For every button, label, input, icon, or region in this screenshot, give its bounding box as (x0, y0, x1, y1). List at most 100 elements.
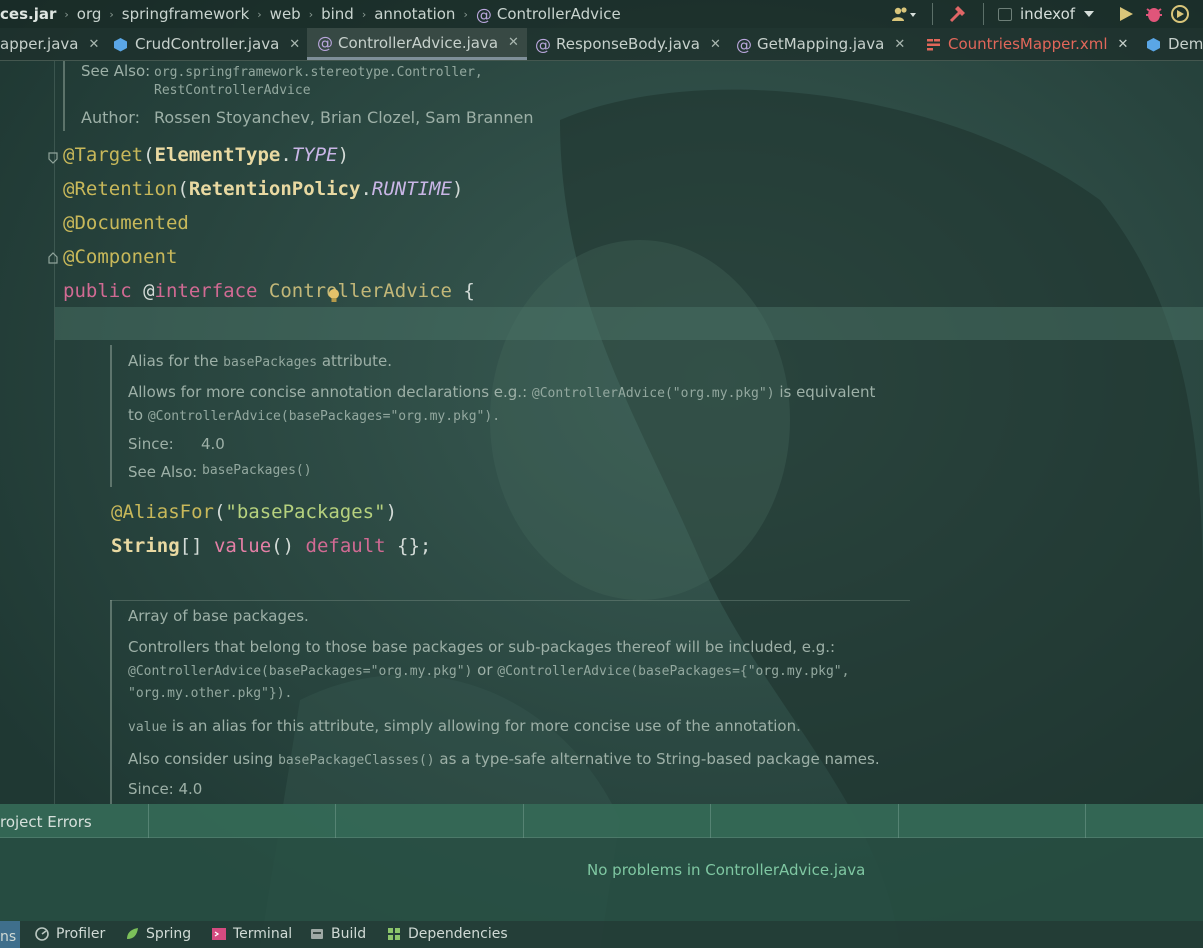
toolbar-right: indexof (890, 0, 1193, 28)
doc-base-line1: Array of base packages. (128, 607, 309, 625)
tool-window-problems[interactable]: ns (0, 921, 21, 948)
close-icon[interactable]: ✕ (1118, 37, 1129, 52)
tab-mapper-java[interactable]: apper.java ✕ (0, 28, 99, 60)
column-divider (148, 804, 149, 838)
annotation-token: @Retention (63, 178, 178, 200)
tool-window-label: Spring (146, 926, 192, 942)
close-icon[interactable]: ✕ (710, 37, 721, 52)
close-icon[interactable]: ✕ (508, 35, 519, 50)
punct-token: { (451, 280, 475, 302)
doc-base-since: Since: 4.0 (128, 780, 203, 798)
see-also-link-controller[interactable]: org.springframework.stereotype.Controlle… (154, 65, 483, 80)
punct-token: [] (179, 535, 214, 557)
punct-token: () (271, 535, 306, 557)
code-line-interface-declaration[interactable]: public @interface ControllerAdvice { (63, 280, 475, 302)
current-line-highlight (55, 307, 1203, 340)
doc-text: is equivalent (774, 383, 876, 401)
annotation-token: @AliasFor (111, 501, 214, 523)
lightbulb-icon[interactable] (328, 288, 340, 308)
tool-window-build[interactable]: Build (309, 926, 366, 942)
run-config-select[interactable]: indexof (1020, 5, 1075, 23)
column-divider (898, 804, 899, 838)
doc-base-line6: Also consider using basePackageClasses()… (128, 750, 880, 768)
doc-value-see-also-link[interactable]: basePackages() (202, 463, 312, 478)
column-divider (710, 804, 711, 838)
users-icon[interactable] (890, 4, 922, 24)
tool-window-label: Profiler (56, 926, 106, 942)
chevron-down-icon[interactable] (1079, 7, 1099, 21)
punct-token: ) (337, 144, 350, 166)
doc-block-value (110, 345, 112, 487)
tool-window-profiler[interactable]: Profiler (34, 926, 105, 942)
tab-label: CrudController.java (135, 35, 280, 53)
doc-block-top (63, 61, 65, 131)
close-icon[interactable]: ✕ (88, 37, 99, 52)
tool-window-terminal[interactable]: Terminal (211, 926, 292, 942)
doc-text: as a type-safe alternative to String-bas… (434, 750, 880, 768)
chevron-right-icon: › (463, 7, 468, 21)
doc-text: or (472, 661, 498, 679)
tool-window-dependencies[interactable]: Dependencies (386, 926, 508, 942)
doc-code-ref[interactable]: basePackageClasses() (278, 753, 435, 768)
tab-countriesmapper-xml[interactable]: CountriesMapper.xml ✕ (926, 28, 1128, 60)
code-line-component[interactable]: @Component (63, 246, 177, 268)
doc-text: attribute. (317, 352, 393, 370)
tab-label: ResponseBody.java (556, 35, 700, 53)
tool-window-spring[interactable]: Spring (124, 926, 191, 942)
tab-dem[interactable]: Dem (1146, 28, 1203, 60)
keyword-token: interface (154, 280, 269, 302)
annotation-token: @Target (63, 144, 144, 166)
tab-crudcontroller-java[interactable]: CrudController.java ✕ (113, 28, 300, 60)
annotation-icon: @ (475, 4, 492, 24)
doc-code-ref: @ControllerAdvice("org.my.pkg") (531, 386, 775, 401)
doc-code-ref[interactable]: basePackages (223, 355, 317, 370)
tab-responsebody-java[interactable]: @ ResponseBody.java ✕ (535, 28, 721, 60)
tab-project-errors[interactable]: roject Errors (0, 813, 92, 831)
tab-label: apper.java (0, 35, 79, 53)
tab-getmapping-java[interactable]: @ GetMapping.java ✕ (736, 28, 905, 60)
close-icon[interactable]: ✕ (289, 37, 300, 52)
punct-token: {}; (385, 535, 432, 557)
toolbar-divider (932, 3, 933, 25)
breadcrumb-web[interactable]: web (270, 5, 301, 23)
code-line-target[interactable]: @Target(ElementType.TYPE) (63, 144, 349, 166)
breadcrumb-jar[interactable]: ces.jar (0, 5, 56, 23)
punct-token: ( (177, 178, 189, 200)
code-line-value-method[interactable]: String[] value() default {}; (111, 535, 431, 557)
doc-value-see-also-label: See Also: (128, 463, 198, 481)
tab-controlleradvice-java[interactable]: @ ControllerAdvice.java ✕ (307, 28, 527, 60)
profiler-icon (35, 927, 49, 941)
breadcrumb-controlleradvice[interactable]: ControllerAdvice (497, 5, 621, 23)
method-token: value (213, 535, 272, 557)
class-name-token: ControllerAdvice (268, 280, 452, 302)
tab-label: Dem (1168, 35, 1203, 53)
hammer-icon[interactable] (947, 3, 969, 25)
editor-tabs: apper.java ✕ CrudController.java ✕ @ Con… (0, 28, 1203, 61)
close-icon[interactable]: ✕ (894, 37, 905, 52)
debug-icon[interactable] (1141, 3, 1167, 25)
column-divider (1085, 804, 1086, 838)
no-problems-message: No problems in ControllerAdvice.java (587, 861, 866, 879)
fold-marker-icon[interactable] (48, 149, 58, 164)
run-icon[interactable] (1111, 3, 1141, 25)
fold-marker-icon[interactable] (48, 249, 58, 264)
see-also-link-restcontrolleradvice[interactable]: RestControllerAdvice (154, 83, 311, 98)
punct-token: ( (213, 501, 226, 523)
code-line-aliasfor[interactable]: @AliasFor("basePackages") (111, 501, 397, 523)
code-line-retention[interactable]: @Retention(RetentionPolicy.RUNTIME) (63, 178, 463, 200)
terminal-icon (212, 928, 226, 940)
doc-code-ref: value (128, 720, 168, 735)
punct-token: . (360, 178, 372, 200)
breadcrumb-springframework[interactable]: springframework (122, 5, 249, 23)
punct-token: @ (143, 280, 155, 302)
tool-window-label: Build (331, 926, 367, 942)
breadcrumb-annotation[interactable]: annotation (374, 5, 455, 23)
breadcrumb-org[interactable]: org (77, 5, 102, 23)
coverage-icon[interactable] (1167, 3, 1193, 25)
string-token: "basePackages" (225, 501, 386, 523)
run-config-icon (998, 7, 1012, 21)
breadcrumb-bind[interactable]: bind (321, 5, 354, 23)
problems-panel: roject Errors No problems in ControllerA… (0, 804, 1203, 921)
code-line-documented[interactable]: @Documented (63, 212, 189, 234)
see-also-label: See Also: (81, 62, 151, 80)
